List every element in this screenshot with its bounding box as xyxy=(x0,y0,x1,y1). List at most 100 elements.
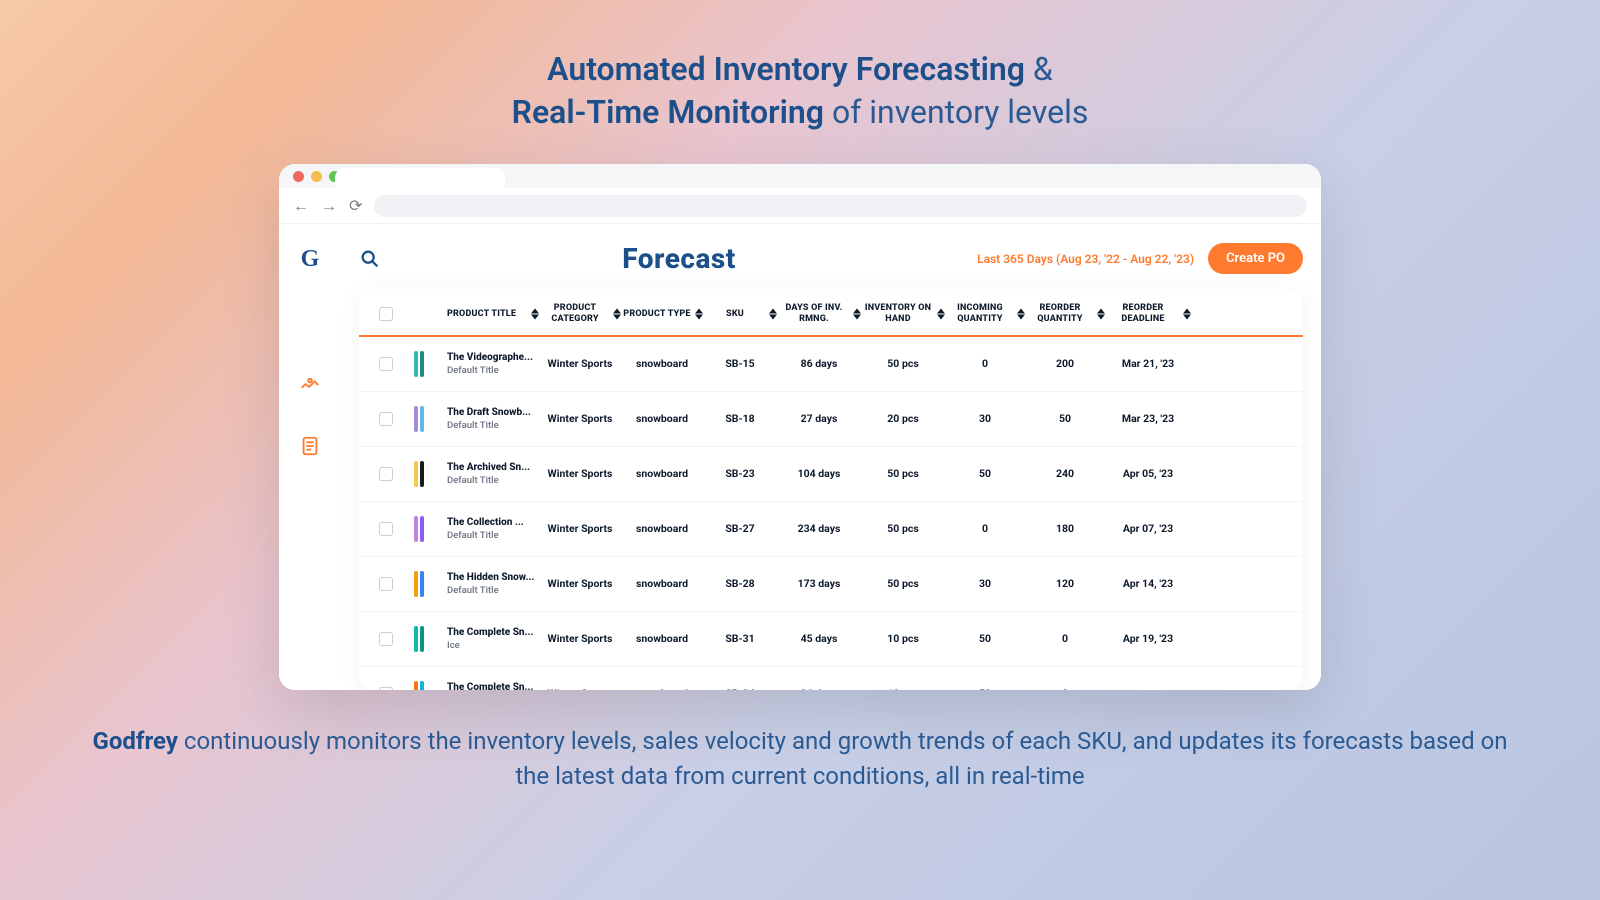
col-product-category[interactable]: PRODUCT CATEGORY xyxy=(541,303,619,325)
table-header: PRODUCT TITLE PRODUCT CATEGORY PRODUCT T… xyxy=(359,289,1303,337)
col-product-title[interactable]: PRODUCT TITLE xyxy=(447,309,537,320)
incoming-cell: 0 xyxy=(947,357,1023,370)
incoming-cell: 30 xyxy=(947,412,1023,425)
category-cell: Winter Sports xyxy=(541,357,619,370)
row-checkbox[interactable] xyxy=(379,522,393,536)
table-row[interactable]: The Draft Snowb...Default TitleWinter Sp… xyxy=(359,392,1303,447)
sort-icon[interactable] xyxy=(531,309,539,320)
product-title-cell: The Collection ...Default Title xyxy=(447,517,537,541)
product-title-cell: The Videographe...Default Title xyxy=(447,352,537,376)
deadline-cell: Mar 21, '23 xyxy=(1107,357,1189,370)
days-cell: 104 days xyxy=(779,467,859,480)
brand-name: Godfrey xyxy=(92,727,177,755)
col-product-type[interactable]: PRODUCT TYPE xyxy=(623,309,701,320)
deadline-cell: Apr 14, '23 xyxy=(1107,577,1189,590)
close-window-icon[interactable] xyxy=(293,171,304,182)
row-checkbox[interactable] xyxy=(379,357,393,371)
onhand-cell: 10 pcs xyxy=(863,687,943,690)
search-icon[interactable] xyxy=(359,248,381,270)
category-cell: Winter Sports xyxy=(541,412,619,425)
address-bar[interactable] xyxy=(374,195,1307,217)
col-incoming-qty[interactable]: INCOMING QUANTITY xyxy=(947,303,1023,325)
table-row[interactable]: The Complete Sn...DawnWinter Sportssnowb… xyxy=(359,667,1303,690)
traffic-lights xyxy=(293,171,340,182)
row-checkbox[interactable] xyxy=(379,412,393,426)
sort-icon[interactable] xyxy=(1183,309,1191,320)
table-row[interactable]: The Complete Sn...IceWinter Sportssnowbo… xyxy=(359,612,1303,667)
sku-cell: SB-27 xyxy=(705,522,775,535)
product-thumbnail xyxy=(407,679,431,690)
row-checkbox[interactable] xyxy=(379,687,393,690)
reorder-cell: 0 xyxy=(1027,632,1103,645)
col-sku[interactable]: SKU xyxy=(705,309,775,320)
hero-heading: Automated Inventory Forecasting & Real-T… xyxy=(0,0,1600,164)
category-cell: Winter Sports xyxy=(541,687,619,690)
category-cell: Winter Sports xyxy=(541,577,619,590)
category-cell: Winter Sports xyxy=(541,632,619,645)
sku-cell: SB-23 xyxy=(705,467,775,480)
col-inventory-on-hand[interactable]: INVENTORY ON HAND xyxy=(863,303,943,325)
table-row[interactable]: The Archived Sn...Default Title Winter Sp… xyxy=(359,447,1303,502)
onhand-cell: 20 pcs xyxy=(863,412,943,425)
row-checkbox[interactable] xyxy=(379,632,393,646)
date-range-label[interactable]: Last 365 Days (Aug 23, '22 - Aug 22, '23… xyxy=(977,252,1194,266)
dashboard-icon[interactable] xyxy=(299,375,321,397)
forward-icon[interactable]: → xyxy=(321,196,337,216)
table-body[interactable]: The Videographe...Default Title Winter Sp… xyxy=(359,337,1303,690)
product-title-cell: The Archived Sn...Default Title xyxy=(447,462,537,486)
type-cell: snowboard xyxy=(623,632,701,645)
browser-toolbar: ← → ⟳ xyxy=(279,188,1321,224)
orders-icon[interactable] xyxy=(299,435,321,457)
page-title: Forecast xyxy=(381,242,977,275)
days-cell: 86 days xyxy=(779,357,859,370)
select-all-checkbox[interactable] xyxy=(379,307,393,321)
onhand-cell: 50 pcs xyxy=(863,522,943,535)
col-reorder-qty[interactable]: REORDER QUANTITY xyxy=(1027,303,1103,325)
sort-icon[interactable] xyxy=(1097,309,1105,320)
sku-cell: SB-31 xyxy=(705,632,775,645)
col-days-remaining[interactable]: DAYS OF INV. RMNG. xyxy=(779,303,859,325)
sort-icon[interactable] xyxy=(769,309,777,320)
type-cell: snowboard xyxy=(623,522,701,535)
create-po-button[interactable]: Create PO xyxy=(1208,243,1303,274)
product-thumbnail xyxy=(407,514,431,544)
back-icon[interactable]: ← xyxy=(293,196,309,216)
sort-icon[interactable] xyxy=(1017,309,1025,320)
onhand-cell: 50 pcs xyxy=(863,577,943,590)
reload-icon[interactable]: ⟳ xyxy=(349,196,362,215)
browser-tab[interactable] xyxy=(335,168,505,188)
sku-cell: SB-18 xyxy=(705,412,775,425)
row-checkbox[interactable] xyxy=(379,577,393,591)
table-row[interactable]: The Collection ...Default TitleWinter Sp… xyxy=(359,502,1303,557)
days-cell: 173 days xyxy=(779,577,859,590)
type-cell: snowboard xyxy=(623,687,701,690)
browser-tabstrip xyxy=(279,164,1321,188)
incoming-cell: 50 xyxy=(947,467,1023,480)
product-title-cell: The Hidden Snow...Default Title xyxy=(447,572,537,596)
deadline-cell: Apr 05, '23 xyxy=(1107,467,1189,480)
sort-icon[interactable] xyxy=(853,309,861,320)
app-frame: G Forecast Last 365 Days (Aug 23, '22 - … xyxy=(279,224,1321,690)
incoming-cell: 0 xyxy=(947,522,1023,535)
type-cell: snowboard xyxy=(623,412,701,425)
hero-caption: Godfrey continuously monitors the invent… xyxy=(0,690,1600,794)
deadline-cell: Apr 19, '23 xyxy=(1107,632,1189,645)
table-row[interactable]: The Hidden Snow...Default Title Winter Sp… xyxy=(359,557,1303,612)
minimize-window-icon[interactable] xyxy=(311,171,322,182)
incoming-cell: 30 xyxy=(947,577,1023,590)
product-thumbnail xyxy=(407,569,431,599)
days-cell: 34 days xyxy=(779,687,859,690)
row-checkbox[interactable] xyxy=(379,467,393,481)
sort-icon[interactable] xyxy=(695,309,703,320)
deadline-cell: Mar 23, '23 xyxy=(1107,412,1189,425)
category-cell: Winter Sports xyxy=(541,467,619,480)
onhand-cell: 50 pcs xyxy=(863,467,943,480)
table-row[interactable]: The Videographe...Default Title Winter Sp… xyxy=(359,337,1303,392)
reorder-cell: 120 xyxy=(1027,577,1103,590)
type-cell: snowboard xyxy=(623,357,701,370)
sort-icon[interactable] xyxy=(613,309,621,320)
app-logo[interactable]: G xyxy=(301,246,320,273)
sort-icon[interactable] xyxy=(937,309,945,320)
col-reorder-deadline[interactable]: REORDER DEADLINE xyxy=(1107,303,1189,325)
onhand-cell: 50 pcs xyxy=(863,357,943,370)
